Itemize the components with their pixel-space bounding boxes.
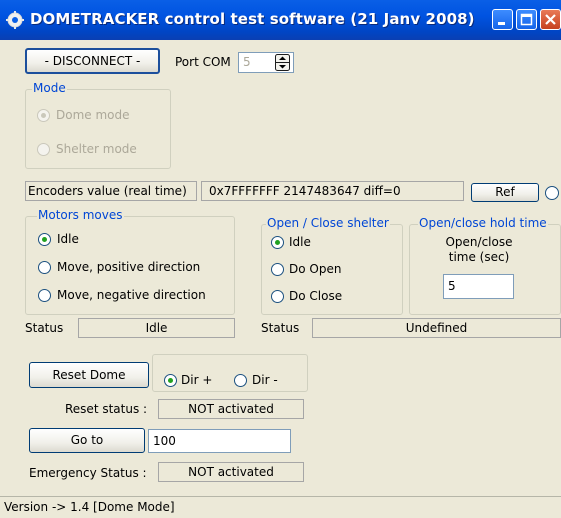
dome-mode-radio[interactable]: [37, 109, 50, 122]
shelter-idle-radio[interactable]: [271, 236, 284, 249]
ref-button[interactable]: Ref: [471, 183, 539, 202]
direction-group: [152, 354, 308, 392]
dome-mode-label: Dome mode: [56, 108, 130, 122]
do-open-radio[interactable]: [271, 263, 284, 276]
motor-status-label: Status: [25, 321, 64, 335]
motor-idle-radio[interactable]: [38, 233, 51, 246]
do-open-label: Do Open: [289, 262, 342, 276]
hold-time-input[interactable]: 5: [443, 274, 514, 299]
port-com-value: 5: [243, 55, 251, 69]
shelter-mode-label: Shelter mode: [56, 142, 137, 156]
dir-plus-label: Dir +: [181, 373, 213, 387]
shelter-idle-label: Idle: [289, 235, 311, 249]
mode-legend: Mode: [32, 81, 67, 95]
version-text: Version -> 1.4 [Dome Mode]: [4, 500, 175, 514]
shelter-mode-radio[interactable]: [37, 143, 50, 156]
motor-idle-label: Idle: [57, 232, 79, 246]
spinner-arrows-icon[interactable]: [275, 54, 290, 71]
reset-status-value: NOT activated: [158, 399, 304, 419]
ref-indicator: [545, 186, 559, 200]
maximize-icon: [520, 13, 533, 26]
motor-positive-label: Move, positive direction: [57, 260, 201, 274]
do-close-radio[interactable]: [271, 290, 284, 303]
hold-time-label: Open/close time (sec): [445, 235, 513, 264]
minimize-button[interactable]: [492, 9, 513, 30]
dir-minus-radio[interactable]: [234, 374, 247, 387]
motor-status-value: Idle: [78, 318, 235, 338]
shelter-legend: Open / Close shelter: [266, 216, 390, 230]
shelter-status-value: Undefined: [312, 318, 561, 338]
encoders-label: Encoders value (real time): [25, 181, 197, 201]
motor-negative-label: Move, negative direction: [57, 288, 206, 302]
window-title: DOMETRACKER control test software (21 Ja…: [30, 10, 475, 28]
minimize-icon: [498, 22, 505, 25]
disconnect-button[interactable]: - DISCONNECT -: [25, 48, 160, 74]
reset-status-label: Reset status :: [65, 402, 148, 416]
reset-dome-button[interactable]: Reset Dome: [29, 362, 149, 388]
title-bar[interactable]: DOMETRACKER control test software (21 Ja…: [0, 0, 561, 40]
app-icon: [6, 11, 24, 29]
hold-time-legend: Open/close hold time: [418, 216, 548, 230]
dir-minus-label: Dir -: [252, 373, 278, 387]
encoders-value: 0x7FFFFFFF 2147483647 diff=0: [201, 181, 464, 201]
mode-group: [25, 89, 171, 169]
motor-positive-radio[interactable]: [38, 261, 51, 274]
dir-plus-radio[interactable]: [164, 374, 177, 387]
goto-button[interactable]: Go to: [29, 428, 145, 453]
close-icon: [545, 14, 556, 25]
do-close-label: Do Close: [289, 289, 343, 303]
emergency-status-value: NOT activated: [158, 462, 304, 482]
motors-legend: Motors moves: [37, 208, 124, 222]
status-bar: Version -> 1.4 [Dome Mode]: [0, 496, 561, 518]
port-com-label: Port COM: [175, 55, 231, 69]
close-button[interactable]: [540, 9, 561, 30]
port-com-spinner[interactable]: 5: [238, 52, 294, 73]
maximize-button[interactable]: [516, 9, 537, 30]
shelter-status-label: Status: [261, 321, 300, 335]
emergency-status-label: Emergency Status :: [29, 466, 147, 480]
motor-negative-radio[interactable]: [38, 289, 51, 302]
goto-input[interactable]: 100: [148, 429, 291, 453]
main-window: DOMETRACKER control test software (21 Ja…: [0, 0, 561, 518]
